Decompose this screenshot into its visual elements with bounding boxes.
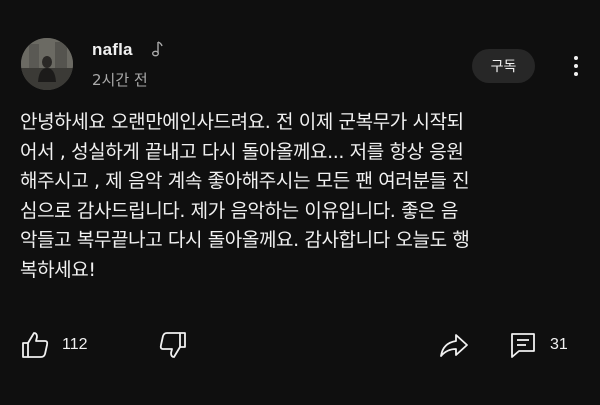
more-vertical-icon — [574, 56, 578, 60]
post-timestamp: 2시간 전 — [92, 71, 148, 89]
avatar-photo — [21, 38, 73, 90]
thumbs-up-icon — [22, 332, 49, 358]
comments-button[interactable]: 31 — [508, 327, 568, 363]
post-text-line: 심으로 감사드립니다. 제가 음악하는 이유입니다. 좋은 음 — [20, 199, 458, 222]
post-text-line: 복하세요! — [20, 258, 96, 281]
channel-avatar[interactable] — [21, 38, 73, 90]
like-button[interactable]: 112 — [20, 327, 88, 363]
comment-icon — [511, 333, 535, 358]
more-vertical-icon-dot — [574, 64, 578, 68]
comment-count: 31 — [550, 336, 568, 353]
music-note-icon — [151, 41, 163, 57]
more-vertical-icon-dot — [574, 72, 578, 76]
post-text: 안녕하세요 오랜만에인사드려요. 전 이제 군복무가 시작되 어서 , 성실하게… — [20, 108, 576, 285]
dislike-button[interactable] — [158, 327, 188, 363]
post-text-line: 해주시고 , 제 음악 계속 좋아해주시는 모든 팬 여러분들 진 — [20, 170, 470, 192]
channel-name[interactable]: nafla — [92, 40, 133, 60]
share-button[interactable] — [438, 327, 470, 363]
community-post: nafla 2시간 전 구독 안녕하세요 오랜만에인사드려요. 전 이제 군복무… — [0, 0, 600, 405]
thumbs-down-icon — [159, 332, 186, 358]
share-icon — [440, 334, 468, 357]
more-options-button[interactable] — [566, 50, 586, 82]
like-count: 112 — [62, 336, 88, 353]
post-text-line: 어서 , 성실하게 끝내고 다시 돌아올께요... 저를 항상 응원 — [20, 140, 464, 163]
subscribe-button[interactable]: 구독 — [472, 49, 535, 83]
post-text-line: 악들고 복무끝나고 다시 돌아올께요. 감사합니다 오늘도 행 — [20, 229, 470, 251]
post-text-line: 안녕하세요 오랜만에인사드려요. 전 이제 군복무가 시작되 — [20, 111, 464, 133]
